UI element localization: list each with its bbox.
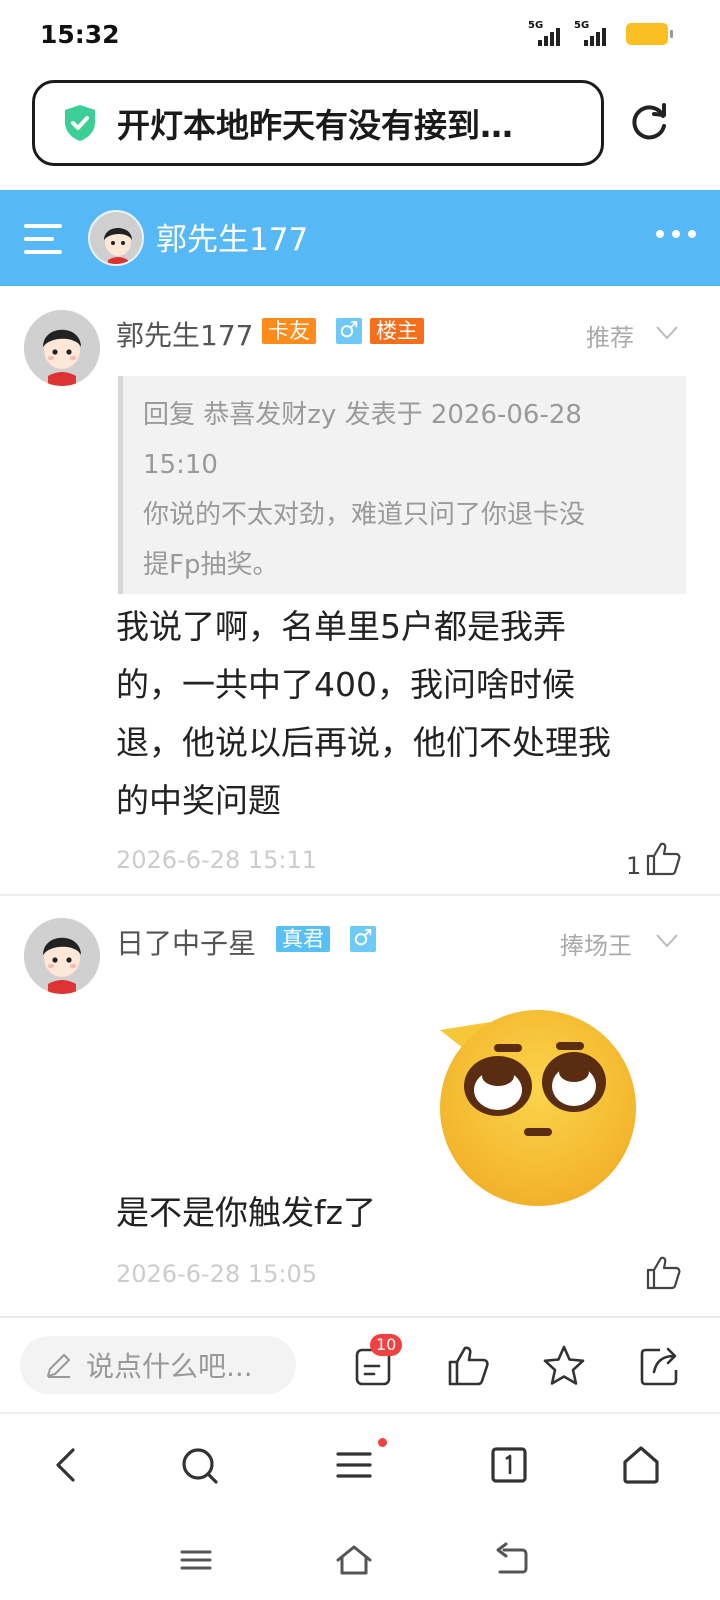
menu-icon[interactable] xyxy=(24,224,62,256)
pencil-icon xyxy=(47,1354,70,1378)
content-line: 退，他说以后再说，他们不处理我 xyxy=(116,723,611,762)
avatar[interactable] xyxy=(24,918,100,994)
eye-roll-emoji xyxy=(440,1010,636,1206)
content-line: 的，一共中了400，我问啥时候 xyxy=(116,665,575,704)
divider xyxy=(0,894,720,896)
home-icon[interactable] xyxy=(620,1444,662,1486)
back-icon[interactable] xyxy=(46,1444,88,1486)
notification-dot xyxy=(378,1438,387,1447)
comment-count-badge: 10 xyxy=(370,1334,403,1356)
post-tag: 推荐 xyxy=(586,324,634,352)
comment-input[interactable]: 说点什么吧... xyxy=(20,1336,296,1394)
thumbs-up-icon[interactable] xyxy=(446,1344,490,1388)
chevron-down-icon[interactable] xyxy=(656,326,678,340)
browser-nav-bar xyxy=(0,1412,720,1522)
post-tag: 捧场王 xyxy=(560,932,632,960)
share-icon[interactable] xyxy=(638,1344,682,1388)
header-username[interactable]: 郭先生177 xyxy=(156,214,308,259)
home-icon[interactable] xyxy=(334,1540,374,1580)
badge: 真君 xyxy=(276,926,330,952)
avatar[interactable] xyxy=(24,310,100,386)
post-timestamp: 2026-6-28 15:05 xyxy=(116,1260,317,1288)
signal-icon: 5G xyxy=(574,20,610,46)
post-username[interactable]: 郭先生177 xyxy=(116,314,253,354)
search-icon[interactable] xyxy=(178,1444,220,1486)
more-icon[interactable] xyxy=(656,230,696,238)
avatar[interactable] xyxy=(88,210,144,266)
signal-icon: 5G xyxy=(528,20,564,46)
shield-check-icon xyxy=(65,105,95,141)
post-content: 是不是你触发fz了 xyxy=(116,1193,376,1232)
gender-male-icon: ♂ xyxy=(350,926,376,952)
badge: 卡友 xyxy=(262,318,316,344)
comment-placeholder: 说点什么吧... xyxy=(86,1350,253,1383)
battery-icon xyxy=(626,23,673,45)
thread-header: 郭先生177 xyxy=(0,190,720,286)
quote-line: 回复 恭喜发财zy 发表于 2026-06-28 xyxy=(143,400,582,430)
action-bar: 说点什么吧... xyxy=(0,1316,720,1412)
star-icon[interactable] xyxy=(542,1344,586,1388)
quote-line: 提Fp抽奖。 xyxy=(143,550,279,580)
status-time: 15:32 xyxy=(40,20,120,49)
tabs-icon[interactable] xyxy=(488,1444,530,1486)
recent-apps-icon[interactable] xyxy=(176,1540,216,1580)
gender-male-icon: ♂ xyxy=(336,318,362,344)
post-content: 我说了啊，名单里5户都是我弄 的，一共中了400，我问啥时候 退，他说以后再说，… xyxy=(116,598,611,830)
content-line: 的中奖问题 xyxy=(116,781,281,820)
post-username[interactable]: 日了中子星 xyxy=(116,922,256,962)
thumbs-up-icon[interactable] xyxy=(644,840,682,878)
back-icon[interactable] xyxy=(492,1540,532,1580)
chevron-down-icon[interactable] xyxy=(656,934,678,948)
like-count: 1 xyxy=(626,852,642,880)
status-bar: 15:32 5G 5G xyxy=(0,0,720,72)
quote-block: 回复 恭喜发财zy 发表于 2026-06-28 15:10 你说的不太对劲，难… xyxy=(118,376,686,594)
url-bar[interactable]: 开灯本地昨天有没有接到… xyxy=(32,80,604,166)
thumbs-up-icon[interactable] xyxy=(644,1254,682,1292)
system-nav-bar xyxy=(0,1522,720,1600)
badge-owner: 楼主 xyxy=(370,318,424,344)
status-icons: 5G 5G xyxy=(528,20,673,46)
quote-line: 你说的不太对劲，难道只问了你退卡没 xyxy=(143,500,586,530)
post-timestamp: 2026-6-28 15:11 xyxy=(116,846,317,874)
quote-line: 15:10 xyxy=(143,450,218,480)
reload-icon[interactable] xyxy=(630,102,670,142)
menu-icon[interactable] xyxy=(334,1444,376,1486)
content-line: 我说了啊，名单里5户都是我弄 xyxy=(116,607,566,646)
url-text: 开灯本地昨天有没有接到… xyxy=(117,106,513,145)
